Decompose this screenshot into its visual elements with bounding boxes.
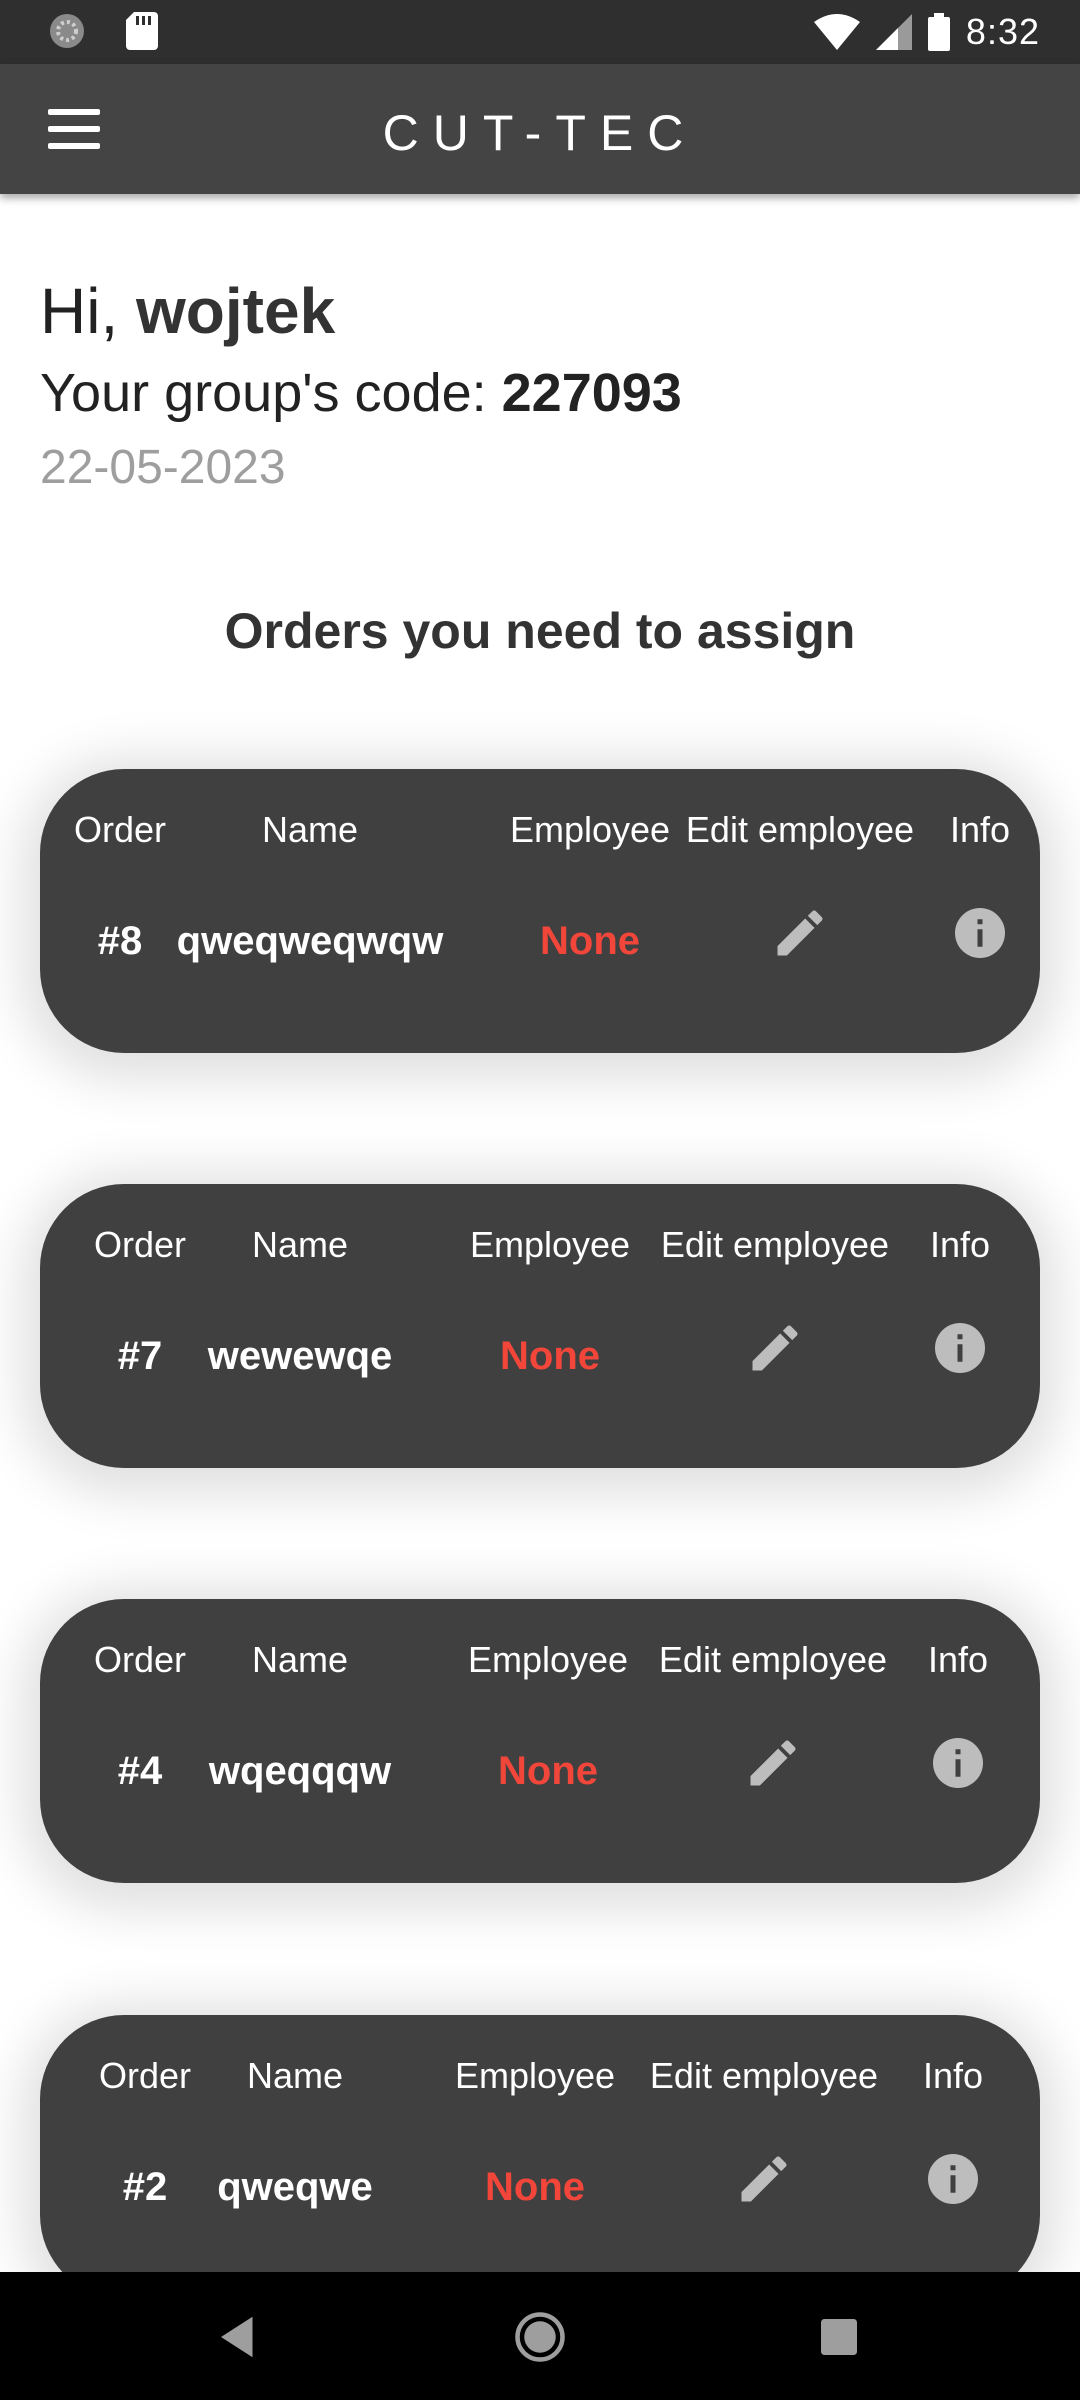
info-header: Info xyxy=(927,1639,989,1680)
name-header: Name xyxy=(261,809,359,850)
status-bar: 8:32 xyxy=(0,0,1080,64)
edit-employee-pencil-icon[interactable] xyxy=(743,1733,803,1793)
name-header: Name xyxy=(251,1639,349,1680)
order-name: wqeqqqw xyxy=(208,1749,392,1793)
greeting: Hi, wojtek xyxy=(40,274,335,348)
order-card: Order Name Employee Edit employee Info #… xyxy=(40,1599,1040,1883)
edit-employee-header: Edit employee xyxy=(685,809,915,850)
order-employee: None xyxy=(540,919,640,963)
main-content[interactable]: Hi, wojtek Your group's code: 227093 22-… xyxy=(0,194,1080,2272)
employee-header: Employee xyxy=(467,1639,629,1680)
cellular-signal-icon xyxy=(875,14,912,50)
order-name: wewewqe xyxy=(207,1334,393,1378)
group-code-label: Your group's code: xyxy=(40,363,502,423)
info-icon[interactable] xyxy=(930,1318,990,1378)
edit-employee-pencil-icon[interactable] xyxy=(770,903,830,963)
edit-employee-pencil-icon[interactable] xyxy=(745,1318,805,1378)
info-header: Info xyxy=(929,1224,991,1265)
edit-employee-header: Edit employee xyxy=(660,1224,890,1265)
order-name: qweqwe xyxy=(217,2165,373,2209)
battery-icon xyxy=(927,13,950,51)
order-name: qweqweqwqw xyxy=(176,919,444,963)
back-icon[interactable] xyxy=(212,2310,266,2364)
info-icon[interactable] xyxy=(928,1733,988,1793)
info-icon[interactable] xyxy=(923,2149,983,2209)
status-time: 8:32 xyxy=(965,11,1040,52)
username: wojtek xyxy=(136,275,336,347)
name-header: Name xyxy=(251,1224,349,1265)
group-code-value: 227093 xyxy=(501,363,682,423)
employee-header: Employee xyxy=(469,1224,631,1265)
order-employee: None xyxy=(498,1749,598,1793)
system-nav-bar xyxy=(0,2272,1080,2400)
activity-indicator-icon xyxy=(50,14,84,48)
order-card: Order Name Employee Edit employee Info #… xyxy=(40,769,1040,1053)
edit-employee-header: Edit employee xyxy=(649,2055,879,2096)
status-right: 8:32 xyxy=(813,8,1040,56)
current-date: 22-05-2023 xyxy=(40,441,286,494)
app-bar: CUT-TEC xyxy=(0,64,1080,194)
home-icon[interactable] xyxy=(513,2310,567,2364)
recents-icon[interactable] xyxy=(812,2310,866,2364)
edit-employee-pencil-icon[interactable] xyxy=(734,2149,794,2209)
employee-header: Employee xyxy=(509,809,671,850)
status-left xyxy=(48,12,158,50)
order-card: Order Name Employee Edit employee Info #… xyxy=(40,2015,1040,2272)
info-header: Info xyxy=(949,809,1011,850)
group-code: Your group's code: 227093 xyxy=(40,362,682,424)
greeting-prefix: Hi, xyxy=(40,275,136,347)
order-employee: None xyxy=(485,2165,585,2209)
info-header: Info xyxy=(922,2055,984,2096)
name-header: Name xyxy=(246,2055,344,2096)
sd-card-icon xyxy=(126,12,158,50)
section-title: Orders you need to assign xyxy=(224,603,856,659)
order-card: Order Name Employee Edit employee Info #… xyxy=(40,1184,1040,1468)
wifi-icon xyxy=(813,14,860,50)
info-icon[interactable] xyxy=(950,903,1010,963)
edit-employee-header: Edit employee xyxy=(658,1639,888,1680)
order-employee: None xyxy=(500,1334,600,1378)
app-title: CUT-TEC xyxy=(382,105,698,161)
employee-header: Employee xyxy=(454,2055,616,2096)
